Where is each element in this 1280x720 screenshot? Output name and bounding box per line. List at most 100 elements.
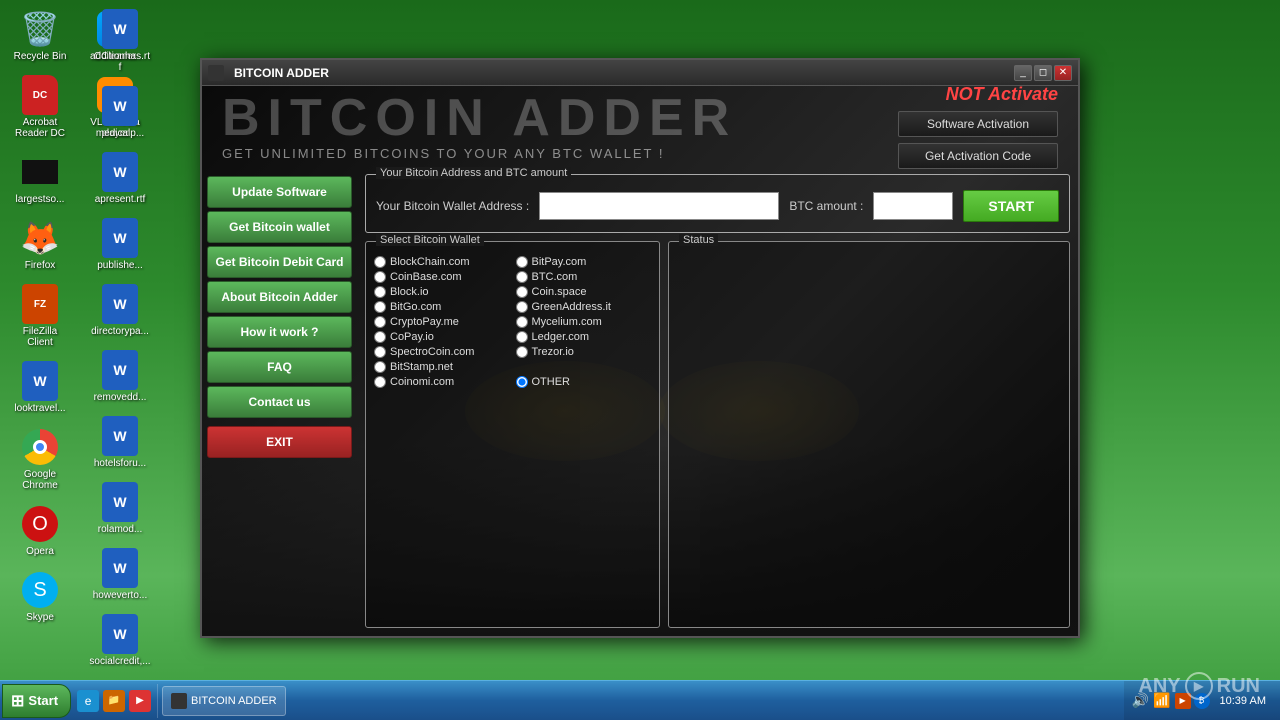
start-label: Start	[28, 693, 58, 708]
desktop-icon-directorypa[interactable]: W directorypa...	[85, 280, 155, 341]
wallet-option-bitgo[interactable]: BitGo.com	[374, 301, 510, 313]
howeverto-label: howeverto...	[93, 590, 147, 601]
start-button[interactable]: ⊞ Start	[2, 684, 71, 718]
wallet-option-blockio[interactable]: Block.io	[374, 286, 510, 298]
wallet-selector-box: Select Bitcoin Wallet BlockChain.com Bit…	[365, 241, 660, 628]
close-button[interactable]: ✕	[1054, 65, 1072, 81]
anyrun-play-icon: ▶	[1185, 672, 1213, 700]
desktop-icon-black-box[interactable]: largestso...	[5, 148, 75, 209]
desktop-icon-recycle-bin[interactable]: 🗑️ Recycle Bin	[5, 5, 75, 66]
wallet-option-cryptopay[interactable]: CryptoPay.me	[374, 316, 510, 328]
about-bitcoin-adder-button[interactable]: About Bitcoin Adder	[207, 281, 352, 313]
update-software-button[interactable]: Update Software	[207, 176, 352, 208]
windows-logo-icon: ⊞	[11, 691, 24, 711]
content-area: Your Bitcoin Address and BTC amount Your…	[357, 166, 1078, 636]
wallet-option-empty	[516, 361, 652, 373]
wallet-option-bitstamp[interactable]: BitStamp.net	[374, 361, 510, 373]
recycle-bin-label: Recycle Bin	[14, 51, 67, 62]
wallet-option-blockchain[interactable]: BlockChain.com	[374, 256, 510, 268]
wallet-option-greenaddress[interactable]: GreenAddress.it	[516, 301, 652, 313]
run-text: RUN	[1217, 675, 1260, 698]
desktop-icon-removedd[interactable]: W removedd...	[85, 346, 155, 407]
wallet-address-label: Your Bitcoin Wallet Address :	[376, 199, 529, 213]
chrome-icon	[20, 427, 60, 467]
ie-icon[interactable]: e	[77, 690, 99, 712]
desktop-icon-hotelsforu[interactable]: W hotelsforu...	[85, 412, 155, 473]
app-subtitle: GET UNLIMITED BITCOINS TO YOUR ANY BTC W…	[222, 146, 737, 161]
start-button[interactable]: START	[963, 190, 1059, 222]
wallet-option-spectrocoin[interactable]: SpectroCoin.com	[374, 346, 510, 358]
desktop-icon-skype[interactable]: S Skype	[5, 566, 75, 627]
get-bitcoin-wallet-button[interactable]: Get Bitcoin wallet	[207, 211, 352, 243]
filezilla-icon: FZ	[20, 284, 60, 324]
software-activation-button[interactable]: Software Activation	[898, 111, 1058, 137]
wallet-option-coinomi[interactable]: Coinomi.com	[374, 376, 510, 388]
btc-amount-input[interactable]	[873, 192, 953, 220]
app-window: BITCOIN ADDER _ ◻ ✕ BITCOIN ADDER	[200, 58, 1080, 638]
opera-label: Opera	[26, 546, 54, 557]
black-box-icon	[20, 152, 60, 192]
bitcoin-logo: BITCOIN ADDER GET UNLIMITED BITCOINS TO …	[222, 92, 737, 161]
desktop-icon-firefox[interactable]: 🦊 Firefox	[5, 214, 75, 275]
wallet-option-trezor[interactable]: Trezor.io	[516, 346, 652, 358]
desktop-icon-socialcredit[interactable]: W socialcredit,...	[85, 610, 155, 671]
apresent-label: apresent.rtf	[95, 194, 146, 205]
desktop-icon-publishe[interactable]: W publishe...	[85, 214, 155, 275]
any-text: ANY	[1138, 675, 1180, 698]
wallet-option-bitpay[interactable]: BitPay.com	[516, 256, 652, 268]
restore-button[interactable]: ◻	[1034, 65, 1052, 81]
desktop-icon-apresent[interactable]: W apresent.rtf	[85, 148, 155, 209]
bottom-row: Select Bitcoin Wallet BlockChain.com Bit…	[365, 241, 1070, 628]
medicalp-label: medicalp...	[96, 128, 144, 139]
wallet-option-mycelium[interactable]: Mycelium.com	[516, 316, 652, 328]
removedd-icon: W	[100, 350, 140, 390]
wallet-grid: BlockChain.com BitPay.com CoinBase.com B…	[374, 256, 651, 388]
wallet-option-other[interactable]: OTHER	[516, 376, 652, 388]
desktop-icon-acrobat[interactable]: DC Acrobat Reader DC	[5, 71, 75, 143]
desktop-icon-medicalp[interactable]: W medicalp...	[85, 82, 155, 143]
desktop-icon-opera[interactable]: O Opera	[5, 500, 75, 561]
wallet-option-copay[interactable]: CoPay.io	[374, 331, 510, 343]
desktop-icon-looktravel[interactable]: W looktravel...	[5, 357, 75, 418]
filezilla-label: FileZilla Client	[9, 326, 71, 348]
publishe-icon: W	[100, 218, 140, 258]
wallet-address-input[interactable]	[539, 192, 779, 220]
wallet-option-btccom[interactable]: BTC.com	[516, 271, 652, 283]
exit-button[interactable]: EXIT	[207, 426, 352, 458]
taskbar-item-bitcoin-adder[interactable]: BITCOIN ADDER	[162, 686, 286, 716]
address-row: Your Bitcoin Wallet Address : BTC amount…	[376, 190, 1059, 222]
additionhas-label: additionhas.rtf	[89, 51, 151, 73]
socialcredit-icon: W	[100, 614, 140, 654]
desktop-icon-rolamod[interactable]: W rolamod...	[85, 478, 155, 539]
media-player-icon[interactable]: ▶	[129, 690, 151, 712]
rolamod-icon: W	[100, 482, 140, 522]
desktop-icon-additionhas[interactable]: W additionhas.rtf	[85, 5, 155, 77]
recycle-bin-icon: 🗑️	[20, 9, 60, 49]
status-box: Status	[668, 241, 1070, 628]
minimize-button[interactable]: _	[1014, 65, 1032, 81]
taskbar-app-icon	[171, 693, 187, 709]
desktop-icon-howeverto[interactable]: W howeverto...	[85, 544, 155, 605]
wallet-option-coinspace[interactable]: Coin.space	[516, 286, 652, 298]
sidebar: Update Software Get Bitcoin wallet Get B…	[202, 166, 357, 636]
files-icon[interactable]: 📁	[103, 690, 125, 712]
how-it-work-button[interactable]: How it work ?	[207, 316, 352, 348]
removedd-label: removedd...	[94, 392, 147, 403]
taskbar-items: BITCOIN ADDER	[158, 686, 1124, 716]
opera-icon: O	[20, 504, 60, 544]
desktop-icon-chrome[interactable]: Google Chrome	[5, 423, 75, 495]
black-box-label: largestso...	[16, 194, 65, 205]
chrome-label: Google Chrome	[9, 469, 71, 491]
faq-button[interactable]: FAQ	[207, 351, 352, 383]
contact-us-button[interactable]: Contact us	[207, 386, 352, 418]
get-bitcoin-debit-button[interactable]: Get Bitcoin Debit Card	[207, 246, 352, 278]
acrobat-label: Acrobat Reader DC	[9, 117, 71, 139]
desktop-icon-filezilla[interactable]: FZ FileZilla Client	[5, 280, 75, 352]
wallet-option-coinbase[interactable]: CoinBase.com	[374, 271, 510, 283]
socialcredit-label: socialcredit,...	[89, 656, 150, 667]
get-activation-code-button[interactable]: Get Activation Code	[898, 143, 1058, 169]
wallet-box-title: Select Bitcoin Wallet	[376, 234, 484, 246]
wallet-option-ledger[interactable]: Ledger.com	[516, 331, 652, 343]
publishe-label: publishe...	[97, 260, 143, 271]
main-area: Update Software Get Bitcoin wallet Get B…	[202, 166, 1078, 636]
